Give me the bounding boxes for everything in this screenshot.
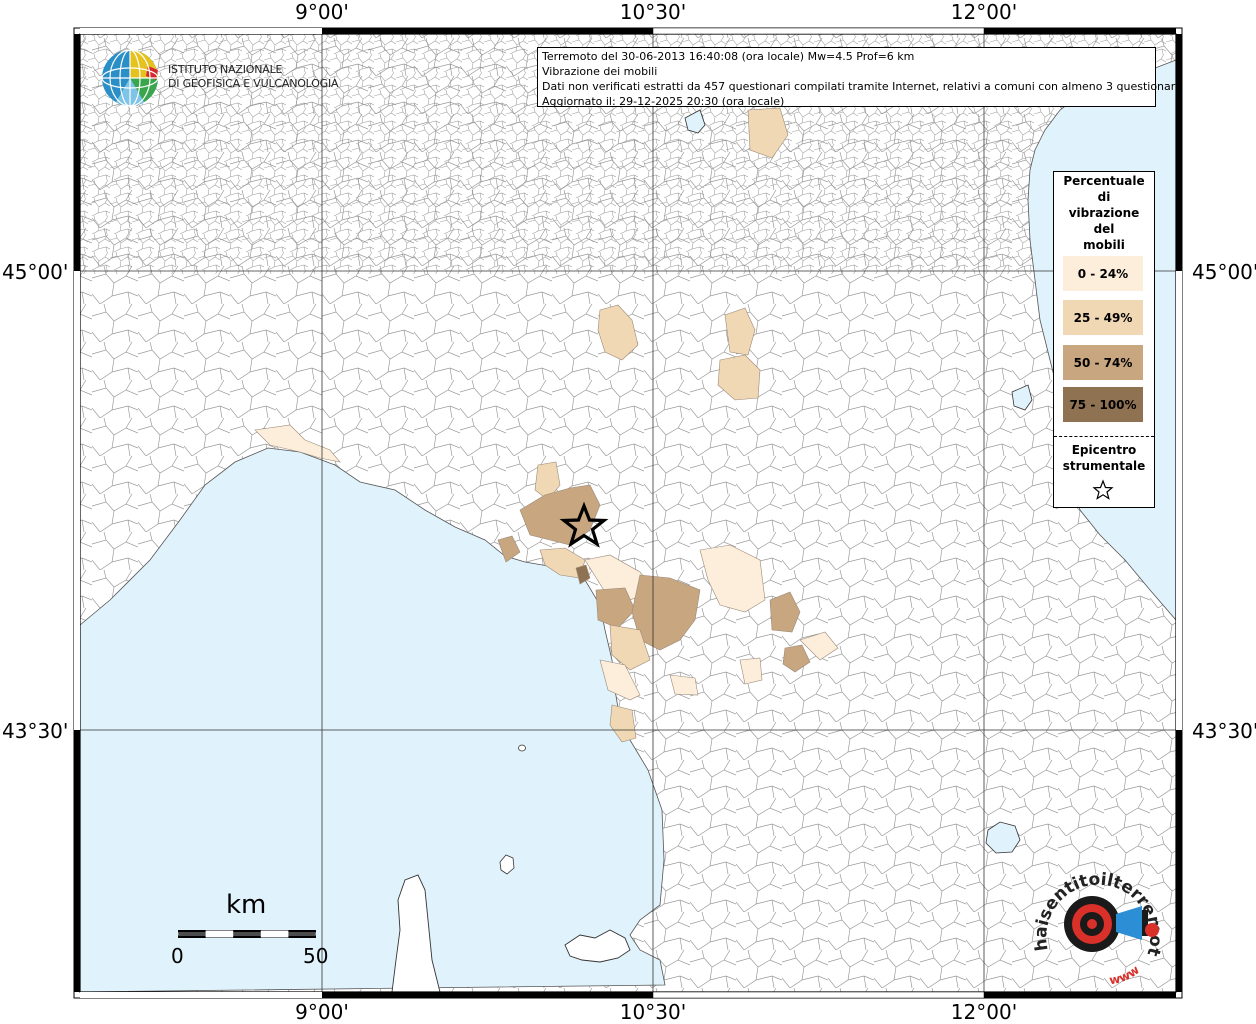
- data-note: Dati non verificati estratti da 457 ques…: [542, 80, 1182, 93]
- lon-label-bottom-1: 9°00': [295, 1000, 349, 1024]
- legend-class-3: 50 - 74%: [1063, 345, 1143, 380]
- lat-label-left-1: 45°00': [2, 260, 69, 284]
- legend-class-1: 0 - 24%: [1063, 256, 1143, 291]
- legend-title: Percentuale di vibrazione del mobili: [1054, 173, 1154, 253]
- event-title: Terremoto del 30-06-2013 16:40:08 (ora l…: [542, 50, 915, 63]
- scale-unit: km: [226, 890, 267, 920]
- gorgona-island: [518, 744, 526, 752]
- haisentitoilterremoto-logo: haisentitoilterremoto.it www: [1030, 860, 1166, 988]
- legend-title-line: vibrazione: [1068, 206, 1140, 220]
- scale-start-label: 0: [171, 944, 184, 968]
- ingv-name-line2: DI GEOFISICA E VULCANOLOGIA: [168, 77, 339, 90]
- legend-epicenter-line: Epicentro: [1071, 443, 1137, 457]
- lat-label-right-2: 43°30': [1192, 719, 1256, 743]
- lon-label-bottom-2: 10°30': [619, 1000, 687, 1024]
- legend-title-line: mobili: [1083, 238, 1125, 252]
- ingv-name: ISTITUTO NAZIONALE DI GEOFISICA E VULCAN…: [168, 63, 339, 91]
- legend-title-line: Percentuale: [1063, 174, 1145, 188]
- scale-end-label: 50: [303, 944, 329, 968]
- updated-note: Aggiornato il: 29-12-2025 20:30 (ora loc…: [542, 95, 785, 108]
- legend-epicenter-label: Epicentro strumentale: [1054, 442, 1154, 474]
- lat-label-left-2: 43°30': [2, 719, 69, 743]
- legend-class-2: 25 - 49%: [1063, 300, 1143, 335]
- legend-separator: [1054, 436, 1154, 437]
- lon-label-bottom-3: 12°00': [950, 1000, 1018, 1024]
- legend-star-icon: [1092, 479, 1114, 500]
- map-subject: Vibrazione dei mobili: [542, 65, 658, 78]
- hst-logo-url: www: [1108, 963, 1142, 988]
- lon-label-top-1: 9°00': [295, 0, 349, 24]
- legend-epicenter-line: strumentale: [1062, 459, 1146, 473]
- lat-label-right-1: 45°00': [1192, 260, 1256, 284]
- hst-logo-url-path: www: [1108, 963, 1142, 988]
- scale-bar: [178, 930, 316, 938]
- ingv-name-line1: ISTITUTO NAZIONALE: [168, 63, 283, 76]
- legend-class-4: 75 - 100%: [1063, 387, 1143, 422]
- lon-label-top-3: 12°00': [950, 0, 1018, 24]
- legend: Percentuale di vibrazione del mobili 0 -…: [1053, 171, 1155, 508]
- legend-title-line: di: [1097, 190, 1111, 204]
- event-info-box: Terremoto del 30-06-2013 16:40:08 (ora l…: [537, 47, 1182, 108]
- lon-label-top-2: 10°30': [619, 0, 687, 24]
- legend-title-line: del: [1093, 222, 1115, 236]
